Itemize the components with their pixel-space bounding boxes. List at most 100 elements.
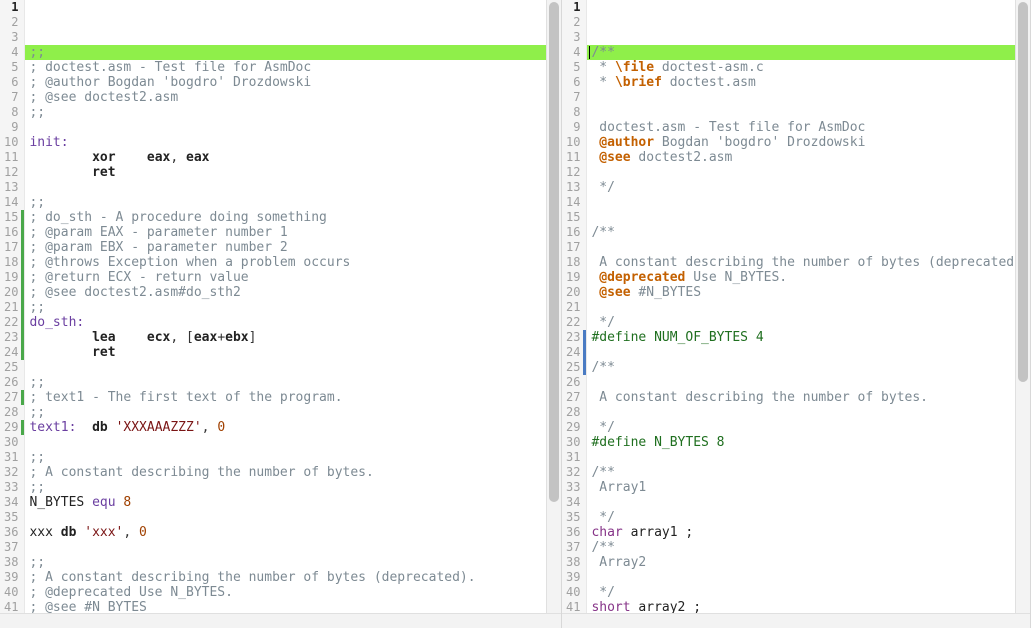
right-horizontal-scrollbar[interactable]	[562, 613, 1030, 628]
code-line[interactable]: */	[587, 420, 1030, 435]
code-line[interactable]: @see doctest2.asm	[587, 150, 1030, 165]
token: ]	[249, 330, 257, 345]
line-number: 10	[4, 135, 18, 150]
code-line[interactable]: xxx db 'xxx', 0	[25, 525, 561, 540]
code-line[interactable]: ;;	[25, 300, 561, 315]
code-line[interactable]: short array2 ;	[587, 600, 1030, 613]
code-line[interactable]: ; @param EAX - parameter number 1	[25, 225, 561, 240]
code-line[interactable]: * \brief doctest.asm	[587, 75, 1030, 90]
code-line[interactable]	[587, 300, 1030, 315]
line-number: 36	[566, 525, 580, 540]
code-line[interactable]: ; @see doctest2.asm	[25, 90, 561, 105]
code-line[interactable]: ; @see doctest2.asm#do_sth2	[25, 285, 561, 300]
code-line[interactable]: ;;	[25, 405, 561, 420]
code-line[interactable]: /**	[587, 465, 1030, 480]
code-line[interactable]: /**	[587, 360, 1030, 375]
token: doctest-asm.c	[654, 60, 764, 75]
token: *	[591, 75, 614, 90]
code-line[interactable]	[25, 120, 561, 135]
right-editor[interactable]: 1234567891011121314151617181920212223242…	[562, 0, 1030, 613]
code-line[interactable]: xor eax, eax	[25, 150, 561, 165]
code-line[interactable]	[587, 405, 1030, 420]
code-line[interactable]: ; A constant describing the number of by…	[25, 570, 561, 585]
code-line[interactable]: ;;	[25, 375, 561, 390]
code-line[interactable]: ;;	[25, 450, 561, 465]
code-line[interactable]: */	[587, 180, 1030, 195]
code-line[interactable]	[587, 165, 1030, 180]
left-code-area[interactable]: ;;; doctest.asm - Test file for AsmDoc; …	[25, 0, 561, 613]
code-line[interactable]: char array1 ;	[587, 525, 1030, 540]
code-line[interactable]	[587, 345, 1030, 360]
token: ; A constant describing the number of by…	[29, 570, 475, 585]
code-line[interactable]	[587, 570, 1030, 585]
token: do_sth:	[29, 315, 84, 330]
token: eax	[194, 330, 217, 345]
code-line[interactable]	[25, 435, 561, 450]
code-line[interactable]	[587, 105, 1030, 120]
code-line[interactable]: ; @throws Exception when a problem occur…	[25, 255, 561, 270]
token: ;;	[29, 450, 45, 465]
code-line[interactable]	[587, 240, 1030, 255]
code-line[interactable]	[25, 510, 561, 525]
right-code-area[interactable]: /** * \file doctest-asm.c * \brief docte…	[587, 0, 1030, 613]
code-line[interactable]	[25, 180, 561, 195]
code-line[interactable]: ; @author Bogdan 'bogdro' Drozdowski	[25, 75, 561, 90]
code-line[interactable]: */	[587, 510, 1030, 525]
code-line[interactable]: ; doctest.asm - Test file for AsmDoc	[25, 60, 561, 75]
code-line[interactable]: A constant describing the number of byte…	[587, 255, 1030, 270]
code-line[interactable]: init:	[25, 135, 561, 150]
code-line[interactable]: ; @deprecated Use N_BYTES.	[25, 585, 561, 600]
code-line[interactable]: ;;	[25, 45, 561, 60]
line-number: 11	[4, 150, 18, 165]
code-line[interactable]: ; @param EBX - parameter number 2	[25, 240, 561, 255]
code-line[interactable]	[587, 195, 1030, 210]
line-number: 6	[566, 75, 580, 90]
code-line[interactable]: * \file doctest-asm.c	[587, 60, 1030, 75]
code-line[interactable]: doctest.asm - Test file for AsmDoc	[587, 120, 1030, 135]
code-line[interactable]: @author Bogdan 'bogdro' Drozdowski	[587, 135, 1030, 150]
code-line[interactable]: ; @see #N_BYTES	[25, 600, 561, 613]
code-line[interactable]: ret	[25, 345, 561, 360]
code-line[interactable]: ;;	[25, 480, 561, 495]
code-line[interactable]: ret	[25, 165, 561, 180]
code-line[interactable]	[587, 450, 1030, 465]
code-line[interactable]: ;;	[25, 105, 561, 120]
code-line[interactable]: @deprecated Use N_BYTES.	[587, 270, 1030, 285]
code-line[interactable]: ; text1 - The first text of the program.	[25, 390, 561, 405]
code-line[interactable]: Array1	[587, 480, 1030, 495]
code-line[interactable]	[587, 90, 1030, 105]
left-scrollbar-thumb[interactable]	[549, 2, 559, 502]
code-line[interactable]: Array2	[587, 555, 1030, 570]
left-editor[interactable]: 1234567891011121314151617181920212223242…	[0, 0, 561, 613]
code-line[interactable]: ; do_sth - A procedure doing something	[25, 210, 561, 225]
code-line[interactable]: ;;	[25, 195, 561, 210]
code-line[interactable]: /**	[587, 225, 1030, 240]
code-line[interactable]	[25, 540, 561, 555]
line-number: 21	[4, 300, 18, 315]
token: ; text1 - The first text of the program.	[29, 390, 342, 405]
left-horizontal-scrollbar[interactable]	[0, 613, 561, 628]
code-line[interactable]: N_BYTES equ 8	[25, 495, 561, 510]
code-line[interactable]: ; @return ECX - return value	[25, 270, 561, 285]
code-line[interactable]: #define NUM_OF_BYTES 4	[587, 330, 1030, 345]
code-line[interactable]: */	[587, 315, 1030, 330]
right-vertical-scrollbar[interactable]	[1015, 0, 1030, 613]
code-line[interactable]: /**	[587, 540, 1030, 555]
code-line[interactable]: /**	[587, 45, 1030, 60]
token: db	[61, 525, 77, 540]
right-scrollbar-thumb[interactable]	[1018, 2, 1028, 382]
code-line[interactable]	[587, 375, 1030, 390]
code-line[interactable]: @see #N_BYTES	[587, 285, 1030, 300]
code-line[interactable]: ;;	[25, 555, 561, 570]
code-line[interactable]: text1: db 'XXXAAAZZZ', 0	[25, 420, 561, 435]
code-line[interactable]	[587, 495, 1030, 510]
code-line[interactable]: #define N_BYTES 8	[587, 435, 1030, 450]
code-line[interactable]	[587, 210, 1030, 225]
code-line[interactable]: A constant describing the number of byte…	[587, 390, 1030, 405]
code-line[interactable]: do_sth:	[25, 315, 561, 330]
code-line[interactable]: ; A constant describing the number of by…	[25, 465, 561, 480]
code-line[interactable]: lea ecx, [eax+ebx]	[25, 330, 561, 345]
left-vertical-scrollbar[interactable]	[546, 0, 561, 613]
code-line[interactable]	[25, 360, 561, 375]
code-line[interactable]: */	[587, 585, 1030, 600]
